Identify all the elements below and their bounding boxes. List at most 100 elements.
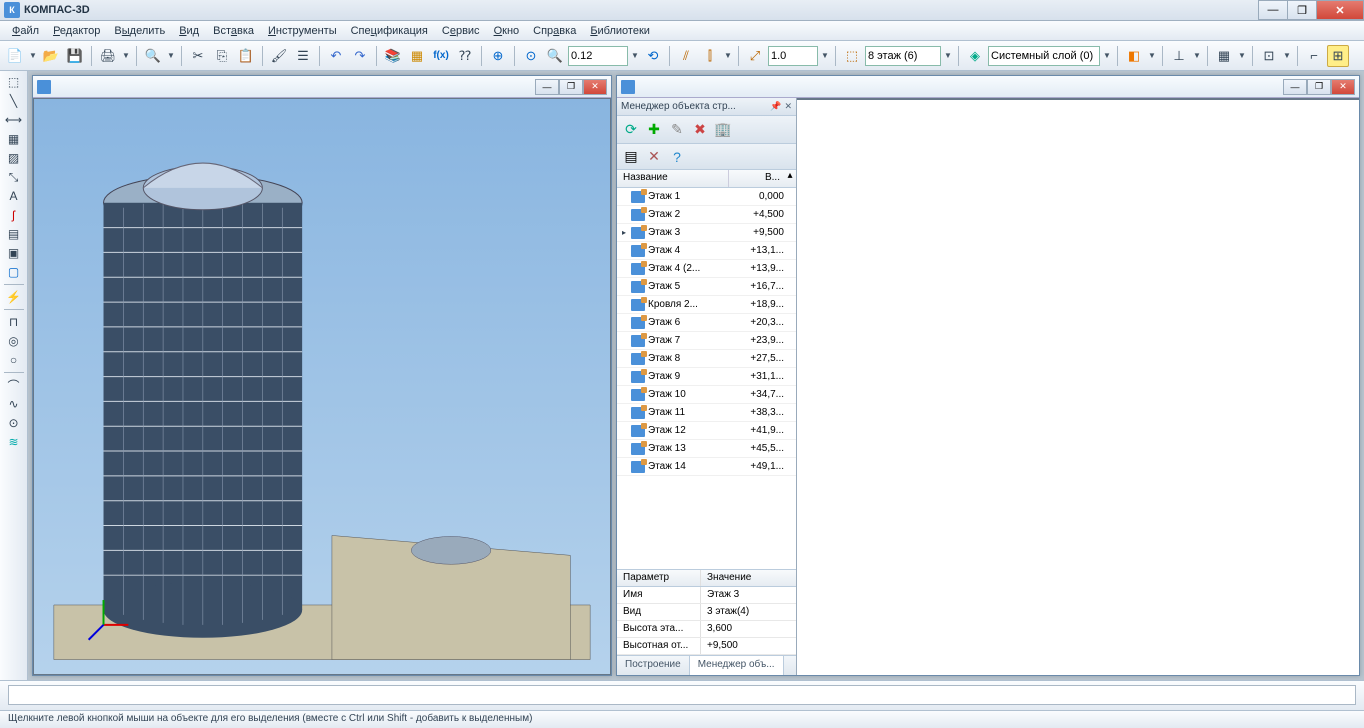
tool-line-icon[interactable]: ╲	[3, 92, 25, 110]
dim2-button[interactable]: ⫿	[699, 45, 721, 67]
snap2-button[interactable]: ⊞	[1327, 45, 1349, 67]
col-val-header[interactable]: В...	[729, 170, 784, 187]
floor-row[interactable]: Этаж 9+31,1...	[617, 368, 796, 386]
maximize-button[interactable]: ❐	[1287, 0, 1317, 20]
help-cursor-button[interactable]: ⁇	[454, 45, 476, 67]
paste-button[interactable]: 📋	[235, 45, 257, 67]
plan-viewport[interactable]: План 3 этажа	[797, 98, 1359, 100]
tool-spline-icon[interactable]: ∿	[3, 395, 25, 413]
menu-tools[interactable]: Инструменты	[262, 23, 343, 39]
list-icon[interactable]: ▤	[621, 147, 641, 167]
layer-icon[interactable]: ◈	[964, 45, 986, 67]
redo-button[interactable]: ↷	[349, 45, 371, 67]
zoom-dropdown[interactable]: ▼	[630, 51, 640, 60]
scale-combo[interactable]	[768, 46, 818, 66]
calc-button[interactable]: ▦	[406, 45, 428, 67]
tool-extend-icon[interactable]: ⤡	[3, 168, 25, 186]
tool-grid-icon[interactable]: ▦	[3, 130, 25, 148]
menu-window[interactable]: Окно	[488, 23, 526, 39]
tool-curve-icon[interactable]: ʃ	[3, 206, 25, 224]
tool-bolt-icon[interactable]: ⚡	[3, 288, 25, 306]
tool-table-icon[interactable]: ▤	[3, 225, 25, 243]
tool-hatch-icon[interactable]: ▨	[3, 149, 25, 167]
menu-file[interactable]: Файл	[6, 23, 45, 39]
floor-rows[interactable]: Этаж 10,000Этаж 2+4,500▸Этаж 3+9,500Этаж…	[617, 188, 796, 569]
floor-row[interactable]: Этаж 6+20,3...	[617, 314, 796, 332]
property-row[interactable]: Высотная от...+9,500	[617, 638, 796, 655]
snap-button[interactable]: ⊡	[1258, 45, 1280, 67]
tool-arc-icon[interactable]: ⌒	[3, 376, 25, 394]
edit-icon[interactable]: ✎	[667, 120, 687, 140]
scale-icon[interactable]: ⤢	[744, 45, 766, 67]
undo-button[interactable]: ↶	[325, 45, 347, 67]
save-button[interactable]: 💾	[64, 45, 86, 67]
tool-wave-icon[interactable]: ≋	[3, 433, 25, 451]
zoom-fit-button[interactable]: ⊙	[520, 45, 542, 67]
zoom-combo[interactable]	[568, 46, 628, 66]
col-name-header[interactable]: Название	[617, 170, 729, 187]
mdi-maximize-button[interactable]: ❐	[559, 79, 583, 95]
mdi-maximize-button[interactable]: ❐	[1307, 79, 1331, 95]
delete-icon[interactable]: ✖	[690, 120, 710, 140]
preview-dropdown[interactable]: ▼	[166, 51, 176, 60]
menu-spec[interactable]: Спецификация	[345, 23, 434, 39]
tool-dim-icon[interactable]: ⟷	[3, 111, 25, 129]
menu-view[interactable]: Вид	[173, 23, 205, 39]
floor-row[interactable]: ▸Этаж 3+9,500	[617, 224, 796, 242]
prop-param-header[interactable]: Параметр	[617, 570, 701, 586]
property-row[interactable]: Высота эта...3,600	[617, 621, 796, 638]
print-dropdown[interactable]: ▼	[121, 51, 131, 60]
pin-icon[interactable]: 📌	[770, 101, 781, 112]
prop-value-header[interactable]: Значение	[701, 570, 796, 586]
mdi-plan-titlebar[interactable]: — ❐ ✕	[617, 76, 1359, 98]
floor-combo[interactable]	[865, 46, 941, 66]
property-row[interactable]: ИмяЭтаж 3	[617, 587, 796, 604]
menu-service[interactable]: Сервис	[436, 23, 486, 39]
mdi-minimize-button[interactable]: —	[1283, 79, 1307, 95]
ortho-button[interactable]: ⌐	[1303, 45, 1325, 67]
floor-row[interactable]: Этаж 12+41,9...	[617, 422, 796, 440]
command-input[interactable]	[8, 685, 1356, 705]
help-icon[interactable]: ?	[667, 147, 687, 167]
settings-icon[interactable]: ✕	[644, 147, 664, 167]
tool-text-icon[interactable]: A	[3, 187, 25, 205]
building-icon[interactable]: 🏢	[713, 120, 733, 140]
preview-button[interactable]: 🔍	[142, 45, 164, 67]
cut-button[interactable]: ✂	[187, 45, 209, 67]
new-dropdown[interactable]: ▼	[28, 51, 38, 60]
mdi-3d-titlebar[interactable]: — ❐ ✕	[33, 76, 611, 98]
tool-box-icon[interactable]: ▢	[3, 263, 25, 281]
menu-libs[interactable]: Библиотеки	[584, 23, 656, 39]
close-button[interactable]: ✕	[1316, 0, 1364, 20]
tool-point-icon[interactable]: ⊙	[3, 414, 25, 432]
floor-row[interactable]: Этаж 5+16,7...	[617, 278, 796, 296]
eraser-button[interactable]: ◧	[1123, 45, 1145, 67]
scale-dropdown[interactable]: ▼	[820, 51, 830, 60]
zoom-prev-button[interactable]: ⟲	[642, 45, 664, 67]
grid-button[interactable]: ▦	[1213, 45, 1235, 67]
properties-button[interactable]: ☰	[292, 45, 314, 67]
open-button[interactable]: 📂	[40, 45, 62, 67]
floor-row[interactable]: Этаж 4 (2...+13,9...	[617, 260, 796, 278]
brush-icon[interactable]: 🖌	[268, 45, 290, 67]
axis-dropdown[interactable]: ▼	[1192, 51, 1202, 60]
menu-help[interactable]: Справка	[527, 23, 582, 39]
floor-row[interactable]: Этаж 11+38,3...	[617, 404, 796, 422]
floor-row[interactable]: Этаж 7+23,9...	[617, 332, 796, 350]
floor-row[interactable]: Этаж 14+49,1...	[617, 458, 796, 476]
object-manager-header[interactable]: Менеджер объекта стр... 📌 ✕	[617, 98, 796, 116]
floor-row[interactable]: Этаж 13+45,5...	[617, 440, 796, 458]
dim-dropdown[interactable]: ▼	[723, 51, 733, 60]
tool-select-icon[interactable]: ⬚	[3, 73, 25, 91]
3d-viewport[interactable]	[33, 98, 611, 675]
menu-insert[interactable]: Вставка	[207, 23, 260, 39]
panel-close-icon[interactable]: ✕	[784, 101, 792, 112]
dim-button[interactable]: ⫽	[675, 45, 697, 67]
menu-editor[interactable]: Редактор	[47, 23, 106, 39]
snap-dropdown[interactable]: ▼	[1282, 51, 1292, 60]
floor-row[interactable]: Этаж 10+34,7...	[617, 386, 796, 404]
axis-button[interactable]: ⊥	[1168, 45, 1190, 67]
layer-combo[interactable]	[988, 46, 1100, 66]
tab-manager[interactable]: Менеджер объ...	[690, 656, 784, 675]
zoom-window-button[interactable]: 🔍	[544, 45, 566, 67]
